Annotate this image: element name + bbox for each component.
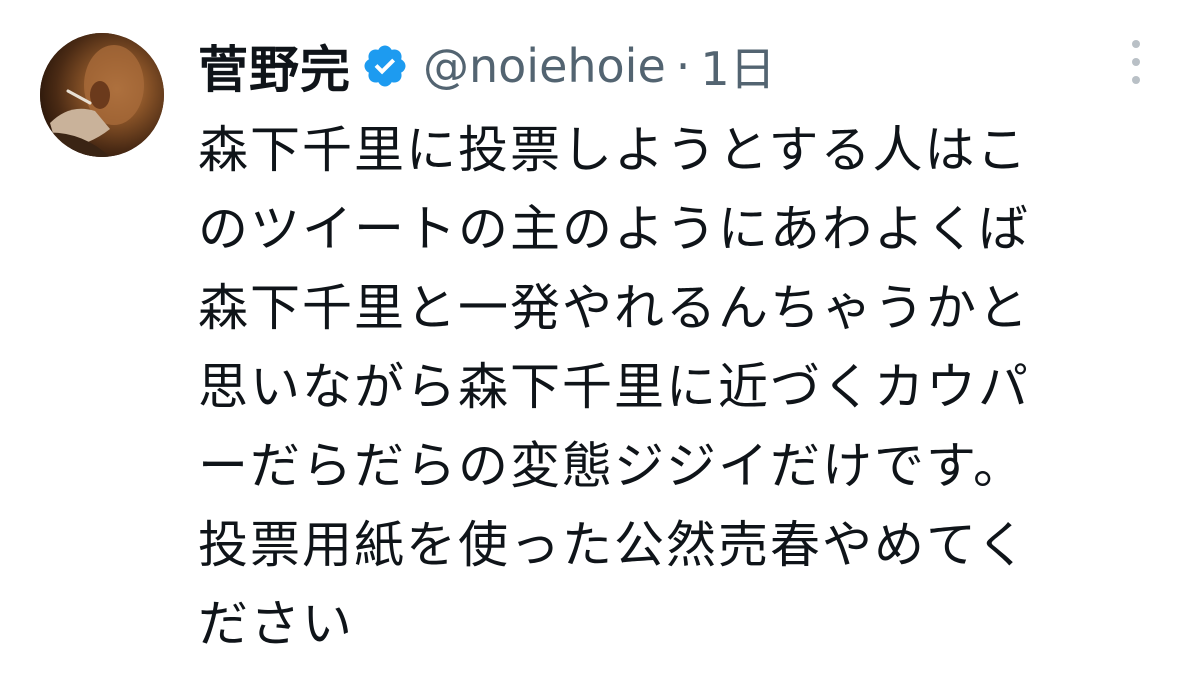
tweet-text-line: ださい: [198, 595, 354, 653]
tweet-text-line: 森下千里に投票しようとする人はこ: [198, 121, 1029, 179]
verified-badge-icon: [361, 42, 409, 90]
tweet-text-line: 森下千里と一発やれるんちゃうかと: [198, 279, 1030, 337]
tweet-text-line: 投票用紙を使った公然売春やめてく: [198, 516, 1029, 574]
author-name[interactable]: 菅野完: [198, 30, 351, 102]
tweet-text-line: のツイートの主のようにあわよくば: [198, 200, 1030, 258]
more-dot: [1132, 58, 1140, 66]
tweet-text-line: 思いながら森下千里に近づくカウパ: [198, 358, 1030, 416]
timestamp[interactable]: 1日: [700, 33, 775, 99]
avatar-image: [40, 33, 164, 157]
tweet-text: 森下千里に投票しようとする人はこ のツイートの主のようにあわよくば 森下千里と一…: [198, 111, 1158, 664]
more-options-icon[interactable]: [1120, 40, 1152, 84]
tweet-header: 菅野完 @noiehoie · 1日: [198, 30, 776, 102]
tweet-text-line: ーだらだらの変態ジジイだけです。: [198, 437, 1025, 495]
separator-dot: ·: [675, 39, 691, 93]
author-handle[interactable]: @noiehoie: [423, 39, 666, 93]
more-dot: [1132, 76, 1140, 84]
tweet[interactable]: 菅野完 @noiehoie · 1日 森下千里に投票しようとする人はこ のツイー…: [0, 0, 1191, 679]
more-dot: [1132, 40, 1140, 48]
avatar[interactable]: [40, 33, 164, 157]
